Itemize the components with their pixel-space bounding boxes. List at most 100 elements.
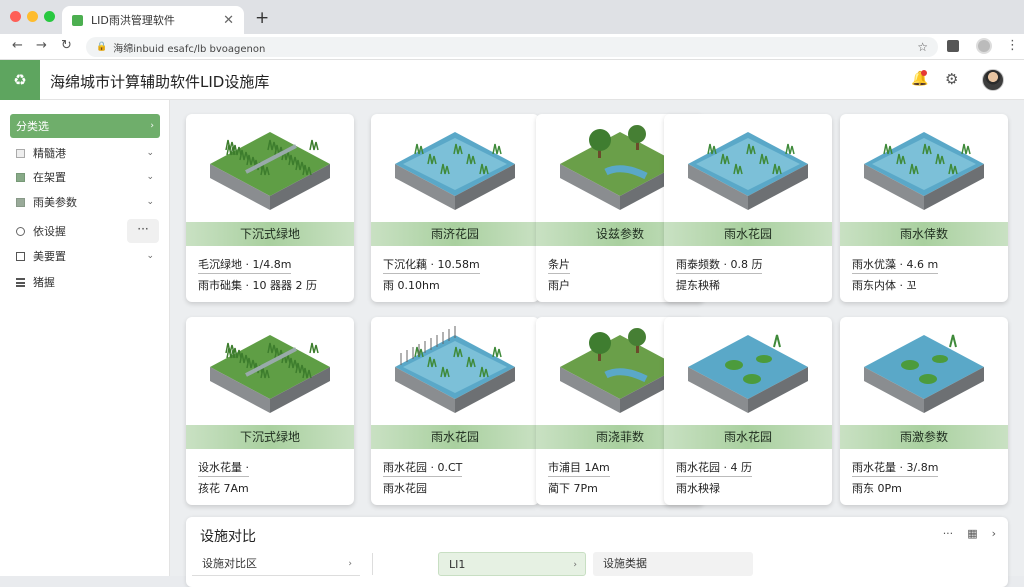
sidebar-item-category[interactable]: 分类选 › — [10, 114, 160, 138]
card-title: 雨水花园 — [664, 222, 832, 246]
chevron-right-icon[interactable]: › — [992, 527, 996, 540]
card-title: 下沉式绿地 — [186, 425, 354, 449]
facility-illustration — [395, 132, 515, 210]
compare-select-li[interactable]: LI1 › — [438, 552, 586, 576]
card-title: 雨水倖数 — [840, 222, 1008, 246]
sidebar-item-6[interactable]: 美要置 ⌄ — [10, 245, 160, 267]
card-param-2: 雨水秧禄 — [676, 482, 720, 495]
browser-tab[interactable]: LID雨洪管理软件 ✕ — [62, 6, 244, 34]
sidebar-item-7[interactable]: 猪握 — [10, 271, 160, 293]
chevron-right-icon: › — [348, 559, 352, 569]
extension-icon[interactable] — [947, 40, 959, 52]
address-bar[interactable]: 🔒 海绵inbuid esafc/lb bvoagenon ☆ — [86, 37, 938, 57]
forward-button[interactable]: → — [36, 38, 47, 53]
facility-illustration — [210, 335, 330, 413]
compare-title: 设施对比 — [200, 529, 256, 545]
tab-title: LID雨洪管理软件 — [91, 14, 175, 27]
minimize-window-button[interactable] — [27, 11, 38, 22]
chevron-down-icon: ⌄ — [146, 148, 154, 158]
bookmark-star-icon[interactable]: ☆ — [917, 40, 928, 54]
list-icon — [16, 277, 25, 287]
app-header: ♻ 海绵城市计算辅助软件LID设施库 🔔 ⚙ — [0, 60, 1024, 100]
sidebar-item-label: 美要置 — [33, 250, 66, 263]
chevron-down-icon: ⌄ — [146, 251, 154, 261]
url-text: 海绵inbuid esafc/lb bvoagenon — [113, 43, 266, 55]
compare-select-type[interactable]: 设施类据 — [593, 552, 753, 576]
card-param-2: 雨水花园 — [383, 482, 427, 495]
facility-card[interactable]: 雨济花园 下沉化藕 · 10.58m 雨 0.10hm — [371, 114, 539, 302]
more-options-button[interactable]: ··· — [127, 219, 159, 243]
compare-select-label: 设施类据 — [603, 557, 647, 570]
sidebar-item-2[interactable]: 精髓港 ⌄ — [10, 142, 160, 164]
app-logo-icon: ♻ — [0, 60, 40, 100]
sidebar: 分类选 › 精髓港 ⌄ 在架置 ⌄ 雨美参数 ⌄ 依设握 ··· 美要置 ⌄ 猪… — [0, 100, 170, 576]
notification-badge — [921, 70, 927, 76]
compare-select-area[interactable]: 设施对比区 › — [192, 552, 360, 576]
maximize-window-button[interactable] — [44, 11, 55, 22]
facility-card[interactable]: 下沉式绿地 毛沉绿地 · 1/4.8m 雨市础集 · 10 器器 2 历 — [186, 114, 354, 302]
facility-illustration — [864, 334, 984, 413]
square-icon — [16, 197, 25, 207]
card-param-1: 下沉化藕 · 10.58m — [383, 256, 480, 274]
compare-select-label: LI1 — [449, 558, 466, 571]
facility-card[interactable]: 下沉式绿地 设水花量 · 孩花 7Am — [186, 317, 354, 505]
page-title: 海绵城市计算辅助软件LID设施库 — [50, 73, 270, 91]
facility-illustration — [210, 132, 330, 210]
window-controls — [10, 11, 55, 22]
target-icon — [16, 226, 25, 236]
card-title: 雨水花园 — [371, 425, 539, 449]
favicon-icon — [72, 14, 83, 26]
chevron-down-icon: ⌄ — [146, 172, 154, 182]
square-icon — [16, 172, 25, 182]
square-icon — [16, 148, 25, 158]
card-title: 下沉式绿地 — [186, 222, 354, 246]
tab-close-icon[interactable]: ✕ — [223, 13, 234, 28]
card-param-2: 蔺下 7Pm — [548, 482, 598, 495]
sidebar-item-label: 猪握 — [33, 276, 55, 289]
grid-icon[interactable]: ▦ — [967, 527, 977, 540]
card-title: 雨济花园 — [371, 222, 539, 246]
card-param-1: 雨水优藻 · 4.6 m — [852, 256, 939, 274]
facility-card[interactable]: 雨水倖数 雨水优藻 · 4.6 m 雨东内体 · 꼬 — [840, 114, 1008, 302]
facility-illustration — [864, 132, 984, 210]
facility-card[interactable]: 雨水花园 雨泰频数 · 0.8 历 提东秧稀 — [664, 114, 832, 302]
new-tab-button[interactable]: + — [255, 8, 269, 28]
card-param-2: 雨户 — [548, 279, 570, 292]
facility-illustration — [395, 326, 515, 413]
settings-gear-icon[interactable]: ⚙ — [945, 70, 958, 88]
facility-card[interactable]: 雨水花园 雨水花园 · 0.CT 雨水花园 — [371, 317, 539, 505]
divider — [372, 553, 373, 575]
chevron-right-icon: › — [150, 121, 154, 131]
compare-select-label: 设施对比区 — [202, 557, 257, 570]
more-icon[interactable]: ··· — [943, 527, 954, 540]
card-param-1: 雨水花园 · 4 历 — [676, 459, 752, 477]
card-param-2: 孩花 7Am — [198, 482, 249, 495]
sidebar-item-3[interactable]: 在架置 ⌄ — [10, 166, 160, 188]
browser-profile-icon[interactable] — [976, 38, 992, 54]
card-param-1: 设水花量 · — [198, 459, 249, 477]
avatar[interactable] — [982, 69, 1004, 91]
card-param-2: 提东秧稀 — [676, 279, 720, 292]
sidebar-item-label: 雨美参数 — [33, 196, 77, 209]
facility-card[interactable]: 雨激参数 雨水花量 · 3/.8m 雨东 0Pm — [840, 317, 1008, 505]
card-title: 雨激参数 — [840, 425, 1008, 449]
sidebar-item-label: 精髓港 — [33, 147, 66, 160]
card-param-2: 雨东 0Pm — [852, 482, 902, 495]
card-param-1: 市浦目 1Am — [548, 459, 610, 477]
sidebar-item-label: 在架置 — [33, 171, 66, 184]
chevron-right-icon: › — [573, 560, 577, 570]
facility-library: 下沉式绿地 毛沉绿地 · 1/4.8m 雨市础集 · 10 器器 2 历 雨济花… — [170, 100, 1024, 587]
browser-tab-strip: LID雨洪管理软件 ✕ + — [0, 0, 1024, 34]
reload-button[interactable]: ↻ — [61, 38, 72, 53]
card-param-1: 条片 — [548, 256, 570, 274]
browser-menu-icon[interactable]: ⋮ — [1006, 38, 1019, 53]
card-title: 雨水花园 — [664, 425, 832, 449]
close-window-button[interactable] — [10, 11, 21, 22]
sidebar-item-4[interactable]: 雨美参数 ⌄ — [10, 191, 160, 213]
lock-icon: 🔒 — [96, 42, 108, 52]
back-button[interactable]: ← — [12, 38, 23, 53]
facility-illustration — [688, 334, 808, 413]
sidebar-item-5[interactable]: 依设握 — [10, 220, 125, 242]
compare-panel: 设施对比 ··· ▦ › 设施对比区 › LI1 › 设施类据 — [186, 517, 1008, 587]
facility-card[interactable]: 雨水花园 雨水花园 · 4 历 雨水秧禄 — [664, 317, 832, 505]
